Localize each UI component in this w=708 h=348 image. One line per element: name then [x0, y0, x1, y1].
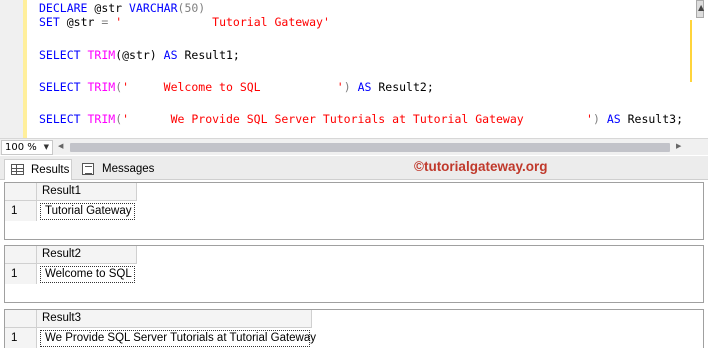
tab-messages[interactable]: Messages [76, 159, 155, 180]
watermark: ©tutorialgateway.org [414, 159, 548, 174]
query-editor[interactable]: DECLARE @str VARCHAR(50) SET @str = ' Tu… [0, 0, 708, 138]
code-line-5: SELECT TRIM(' We Provide SQL Server Tuto… [39, 112, 683, 126]
tab-results-label: Results [31, 164, 70, 176]
row-number[interactable]: 1 [5, 201, 37, 221]
tab-messages-label: Messages [102, 163, 155, 175]
row-number[interactable]: 1 [5, 328, 37, 348]
result-grid-1[interactable]: Result1 1 Tutorial Gateway [4, 182, 704, 240]
scroll-right-icon[interactable]: ▶ [676, 142, 681, 150]
results-tab-strip: Results Messages ©tutorialgateway.org [0, 156, 708, 180]
horizontal-scrollbar-thumb[interactable] [70, 143, 670, 152]
zoom-bar: 100 % ▼ ◀ ▶ [0, 138, 708, 155]
split-icon: ▲ [698, 3, 705, 12]
chevron-down-icon: ▼ [43, 143, 49, 151]
grid-icon [11, 164, 24, 175]
row-number[interactable]: 1 [5, 264, 37, 284]
vertical-scrollbar-marker[interactable] [690, 20, 692, 82]
change-tracking-bar [23, 0, 27, 138]
column-header[interactable]: Result2 [37, 246, 137, 264]
row-header-corner[interactable] [5, 246, 37, 264]
result-cell[interactable]: We Provide SQL Server Tutorials at Tutor… [40, 330, 316, 347]
zoom-dropdown[interactable]: 100 % ▼ [1, 140, 53, 155]
results-area: Result1 1 Tutorial Gateway Result2 1 Wel… [0, 181, 708, 348]
split-button[interactable]: ▲ [696, 0, 704, 18]
code-line-3: SELECT TRIM(@str) AS Result1; [39, 48, 240, 62]
column-header[interactable]: Result3 [37, 310, 312, 328]
row-header-corner[interactable] [5, 183, 37, 201]
row-header-corner[interactable] [5, 310, 37, 328]
code-line-2: SET @str = ' Tutorial Gateway' [39, 15, 330, 29]
column-header[interactable]: Result1 [37, 183, 137, 201]
result-grid-3[interactable]: Result3 1 We Provide SQL Server Tutorial… [4, 309, 704, 348]
messages-icon [82, 163, 94, 175]
tab-results[interactable]: Results [4, 159, 72, 180]
scroll-left-icon[interactable]: ◀ [58, 142, 63, 150]
code-line-4: SELECT TRIM(' Welcome to SQL ') AS Resul… [39, 80, 434, 94]
result-grid-2[interactable]: Result2 1 Welcome to SQL [4, 245, 704, 303]
sql-code[interactable]: DECLARE @str VARCHAR(50) SET @str = ' Tu… [39, 0, 683, 126]
zoom-level: 100 % [5, 142, 37, 153]
result-cell[interactable]: Welcome to SQL [40, 266, 135, 283]
result-cell[interactable]: Tutorial Gateway [40, 203, 135, 220]
